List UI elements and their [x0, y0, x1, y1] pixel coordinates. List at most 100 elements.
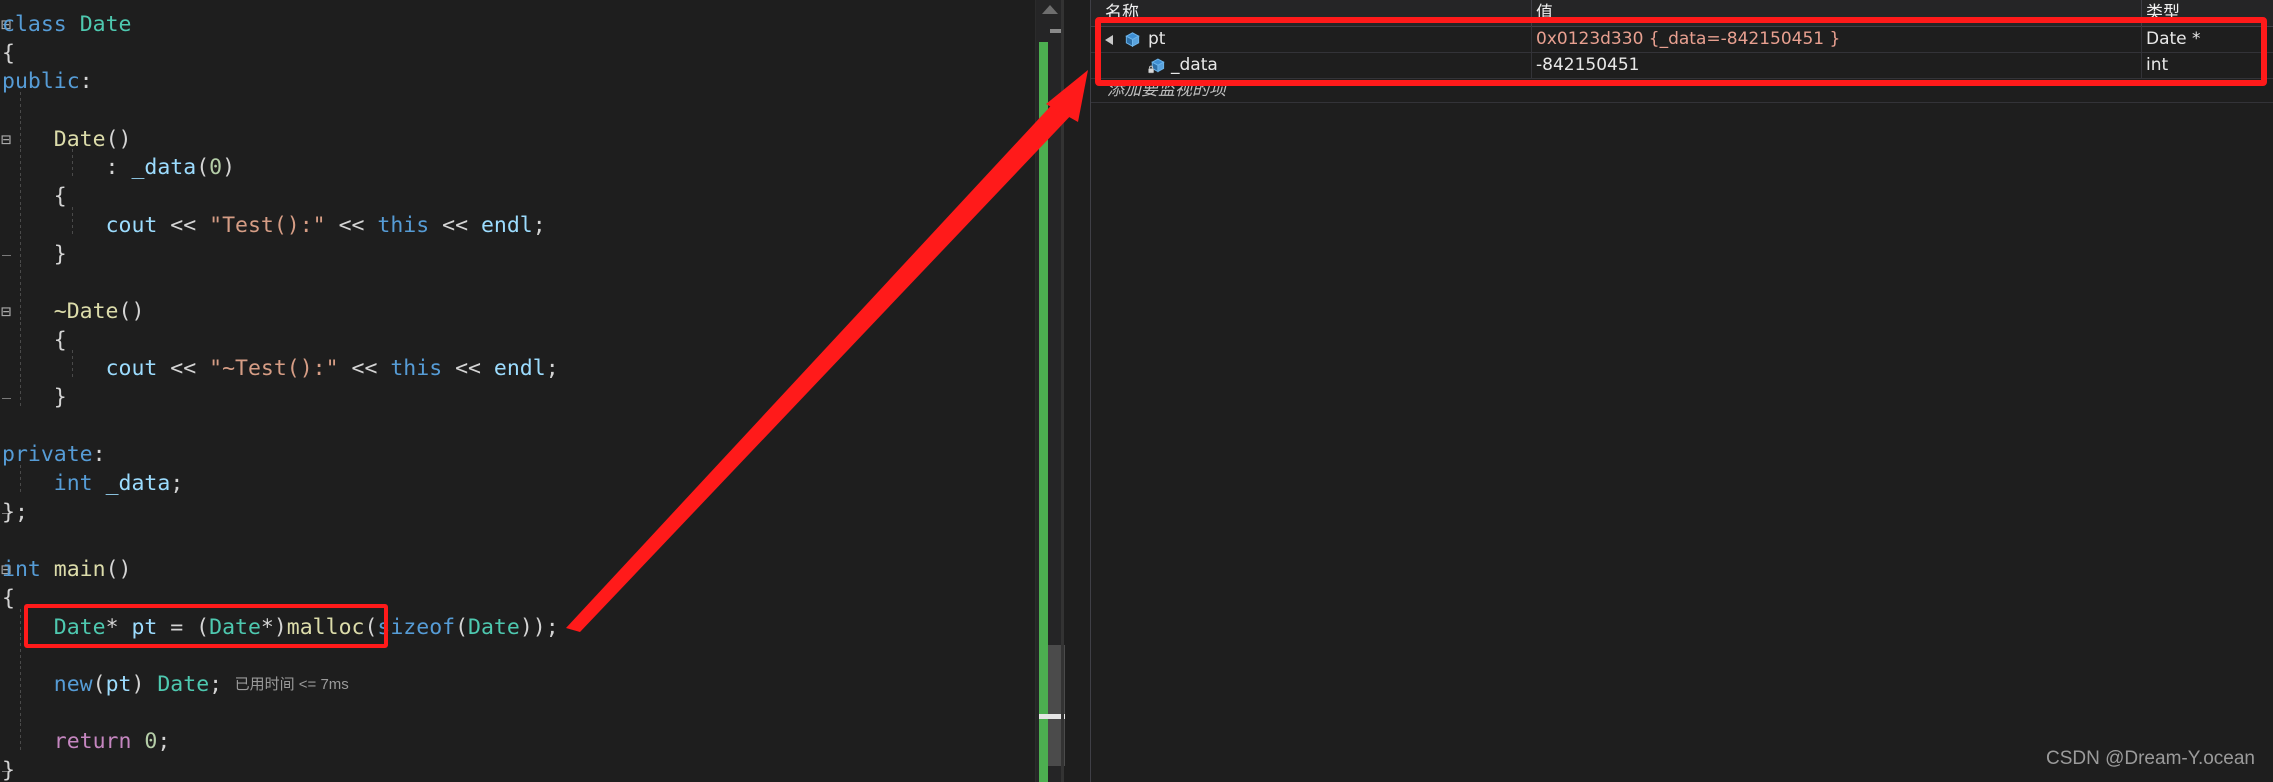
code-token: ( [92, 672, 106, 697]
code-token: public [2, 69, 80, 94]
watch-column-header-name[interactable]: 名称 [1105, 1, 1139, 26]
code-token: this [390, 356, 443, 381]
code-token: _data [131, 155, 197, 180]
code-text-area[interactable]: ⊟ class Date{public: ⊟ Date() : _data(0) {… [0, 0, 1032, 782]
code-line[interactable]: Date* pt = (Date*)malloc(sizeof(Date)); [2, 609, 559, 647]
code-token: { [2, 184, 67, 209]
cell-divider [1531, 26, 1532, 52]
code-token: int [53, 471, 93, 496]
code-token: Date [157, 672, 210, 697]
code-token: Date [209, 615, 261, 640]
code-token: * [105, 615, 132, 640]
watch-row-value[interactable]: -842150451 [1536, 52, 1639, 78]
cube-icon [1123, 30, 1142, 49]
code-token: : [92, 442, 106, 467]
code-line[interactable]: int _data; [2, 465, 183, 503]
editor-vertical-scrollbar[interactable] [1035, 0, 1065, 782]
code-token: pt [105, 672, 132, 697]
watch-row-name[interactable]: _data [1171, 52, 1218, 78]
code-token: ) [131, 672, 158, 697]
code-line[interactable]: int main() [2, 551, 131, 589]
scroll-up-arrow-icon[interactable] [1042, 5, 1058, 14]
watch-column-header-type[interactable]: 类型 [2146, 1, 2180, 26]
watch-variables-panel[interactable]: 名称 值 类型 pt 0x0123d330 {_data=-842150451 … [1090, 0, 2273, 782]
code-token: ; [170, 471, 184, 496]
code-line[interactable]: new(pt) Date; 已用时间 <= 7ms [2, 666, 349, 704]
code-token: () [105, 557, 132, 582]
scrollbar-change-indicator [1039, 42, 1048, 782]
code-line[interactable]: cout << "~Test():" << this << endl; [2, 350, 559, 388]
code-token: Date [53, 615, 106, 640]
column-divider[interactable] [1531, 0, 1532, 26]
code-token: "Test():" [209, 213, 326, 238]
watch-row-name[interactable]: pt [1148, 26, 1165, 52]
column-divider[interactable] [2141, 0, 2142, 26]
code-token: ; [545, 356, 559, 381]
watch-column-header-row: 名称 值 类型 [1091, 0, 2273, 27]
code-token: cout [105, 213, 158, 238]
code-line[interactable]: } [2, 236, 67, 274]
code-token: ; [157, 729, 171, 754]
code-token: endl [493, 356, 546, 381]
code-token: Date [79, 12, 132, 37]
code-token: sizeof [377, 615, 456, 640]
watch-row-type: int [2146, 55, 2169, 75]
code-token: this [377, 213, 430, 238]
code-line[interactable]: class Date [2, 6, 131, 44]
code-token: << [325, 213, 378, 238]
code-token: << [157, 356, 210, 381]
code-token: malloc [286, 615, 365, 640]
code-token: : [79, 69, 93, 94]
add-watch-placeholder-label[interactable]: 添加要监视的项 [1107, 78, 1226, 102]
watermark-text: CSDN @Dream-Y.ocean [2045, 748, 2255, 769]
code-token: ; [209, 672, 223, 697]
code-token: cout [105, 356, 158, 381]
code-token: { [2, 586, 15, 611]
code-token: ( [455, 615, 469, 640]
code-token: class [2, 12, 67, 37]
code-token: return [53, 729, 132, 754]
code-token: endl [480, 213, 533, 238]
code-token: "~Test():" [209, 356, 339, 381]
code-token: << [338, 356, 391, 381]
code-token: } [2, 242, 67, 267]
code-line[interactable]: }; [2, 494, 28, 532]
cube-lock-icon [1147, 56, 1166, 75]
code-token: ( [364, 615, 378, 640]
expand-collapse-triangle-icon[interactable] [1105, 35, 1113, 45]
cell-divider [2141, 52, 2142, 78]
code-line[interactable]: return 0; [2, 723, 171, 761]
code-token: }; [2, 500, 28, 525]
inline-elapsed-time-hint: 已用时间 <= 7ms [222, 676, 349, 693]
code-token: : [2, 155, 132, 180]
code-token: ( [196, 155, 210, 180]
cell-divider [2141, 26, 2142, 52]
scrollbar-right-edge [1061, 0, 1064, 782]
code-token: 0 [144, 729, 158, 754]
code-token: main [53, 557, 106, 582]
indent-guide [20, 695, 21, 724]
table-row[interactable]: _data -842150451 int [1091, 52, 2273, 79]
code-editor-pane[interactable]: ⊟ class Date{public: ⊟ Date() : _data(0) {… [0, 0, 1032, 782]
add-watch-row[interactable]: 添加要监视的项 [1091, 78, 2273, 103]
code-line[interactable]: } [2, 752, 15, 782]
code-line[interactable]: } [2, 379, 67, 417]
watch-row-value[interactable]: 0x0123d330 {_data=-842150451 } [1536, 26, 1840, 52]
scrollbar-annotation-mark [1050, 29, 1061, 33]
code-token: Date [468, 615, 520, 640]
code-token: } [2, 385, 67, 410]
code-token: ~Date [53, 299, 119, 324]
code-line[interactable]: cout << "Test():" << this << endl; [2, 207, 546, 245]
code-token: new [53, 672, 93, 697]
code-token: << [429, 213, 481, 238]
code-line[interactable]: public: [2, 63, 93, 101]
watch-column-header-value[interactable]: 值 [1536, 1, 1553, 26]
watch-row-type: Date * [2146, 29, 2201, 49]
table-row[interactable]: pt 0x0123d330 {_data=-842150451 } Date * [1091, 26, 2273, 53]
